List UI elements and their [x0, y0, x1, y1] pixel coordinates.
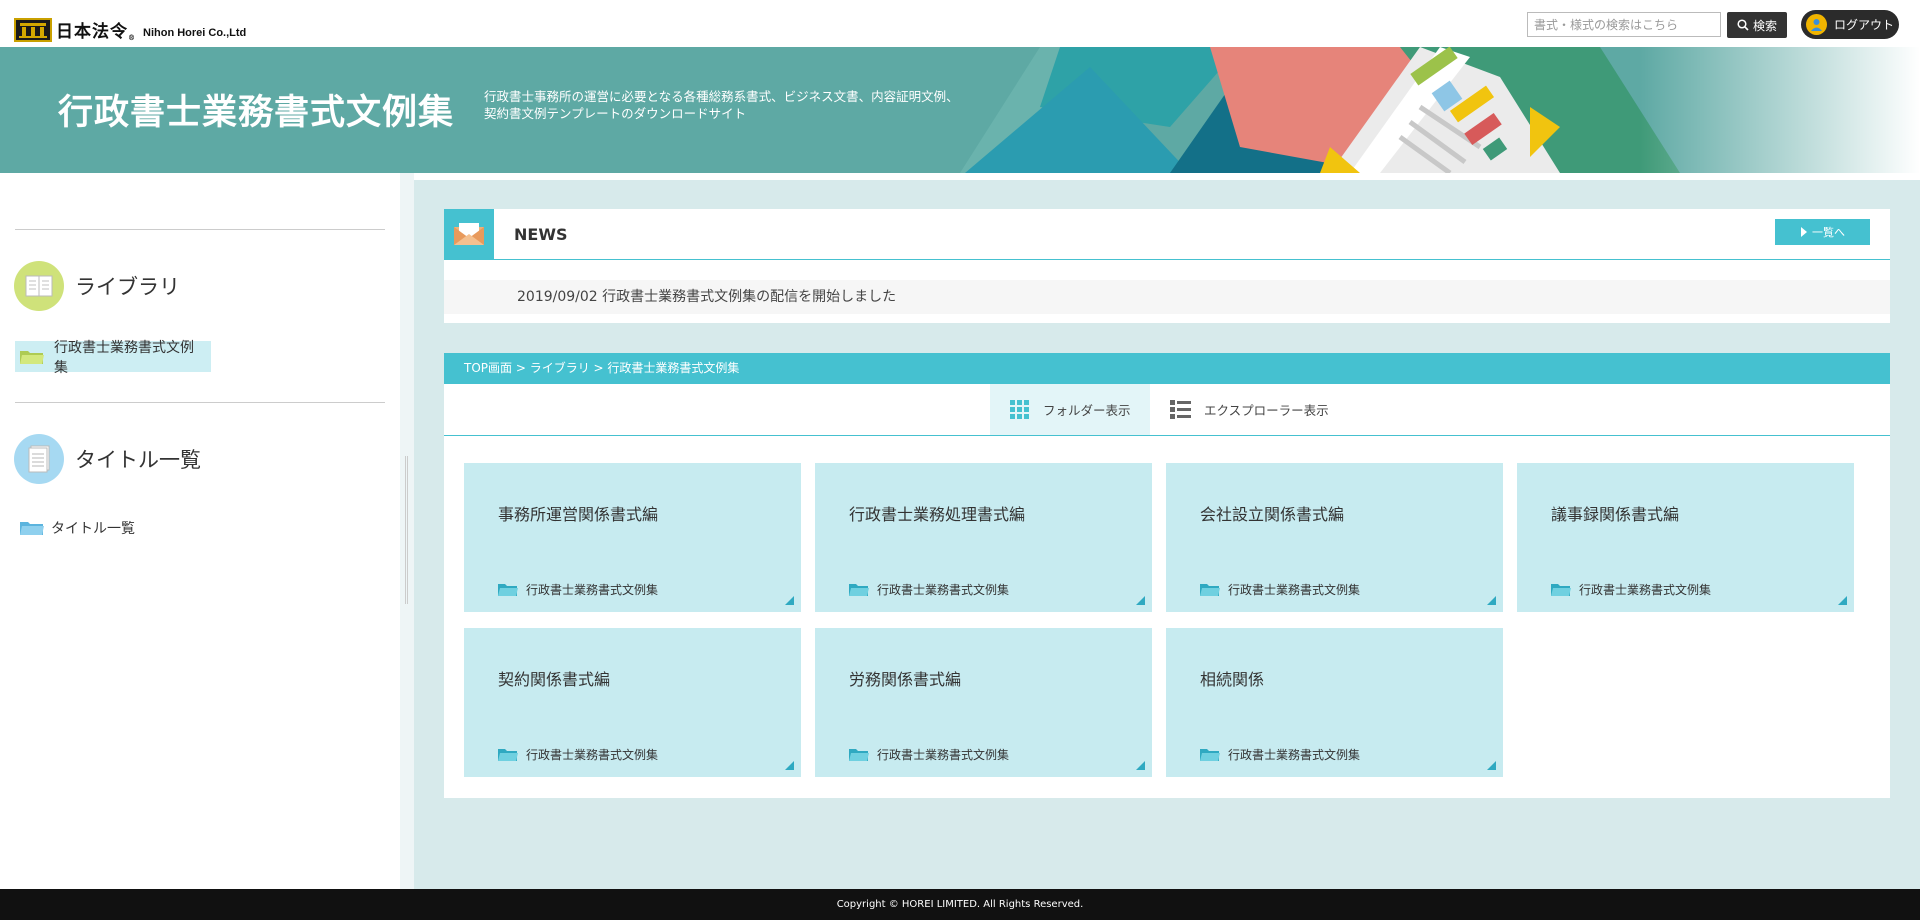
- corner-triangle-icon: [1487, 761, 1496, 770]
- folder-icon: [848, 582, 870, 598]
- corner-triangle-icon: [1136, 596, 1145, 605]
- folder-card-parent-label: 行政書士業務書式文例集: [1579, 583, 1712, 597]
- search-icon: [1737, 19, 1749, 31]
- search-input[interactable]: [1527, 12, 1721, 37]
- logout-label: ログアウト: [1834, 18, 1895, 32]
- corner-triangle-icon: [1838, 596, 1847, 605]
- folder-card[interactable]: 相続関係行政書士業務書式文例集: [1166, 628, 1503, 777]
- grid-icon: [1010, 399, 1030, 420]
- folder-card-parent: 行政書士業務書式文例集: [1550, 581, 1711, 598]
- sidebar-titles-heading[interactable]: タイトル一覧: [14, 434, 201, 484]
- folder-icon: [1199, 747, 1221, 763]
- tab-explorer-view[interactable]: エクスプローラー表示: [1150, 384, 1330, 435]
- folder-card-title: 会社設立関係書式編: [1200, 505, 1345, 524]
- banner-title: 行政書士業務書式文例集: [58, 93, 455, 133]
- logo-mark-icon: [14, 17, 52, 42]
- footer-copyright: Copyright © HOREI LIMITED. All Rights Re…: [0, 889, 1920, 920]
- corner-triangle-icon: [785, 761, 794, 770]
- corner-triangle-icon: [1487, 596, 1496, 605]
- tab-folder-label: フォルダー表示: [1043, 403, 1131, 418]
- sidebar-item-label: タイトル一覧: [51, 520, 135, 537]
- folder-card-parent: 行政書士業務書式文例集: [497, 746, 658, 763]
- news-panel: NEWS 一覧へ 2019/09/02 行政書士業務書式文例集の配信を開始しまし…: [444, 209, 1890, 323]
- folder-icon: [19, 519, 45, 537]
- folder-icon: [19, 348, 45, 366]
- folder-icon: [848, 747, 870, 763]
- folder-card[interactable]: 行政書士業務処理書式編行政書士業務書式文例集: [815, 463, 1152, 612]
- folder-card-parent: 行政書士業務書式文例集: [1199, 746, 1360, 763]
- folder-card[interactable]: 契約関係書式編行政書士業務書式文例集: [464, 628, 801, 777]
- logo-english-text: Nihon Horei Co.,Ltd: [143, 26, 247, 39]
- sidebar-item-label: 行政書士業務書式文例集: [54, 339, 194, 376]
- play-arrow-icon: [1801, 227, 1807, 237]
- tab-explorer-label: エクスプローラー表示: [1204, 403, 1329, 418]
- sidebar-item-titles[interactable]: タイトル一覧: [15, 512, 139, 543]
- tab-folder-view[interactable]: フォルダー表示: [990, 384, 1150, 435]
- news-divider: [444, 259, 1890, 260]
- library-book-icon: [14, 261, 64, 311]
- sidebar-item-library-collection[interactable]: 行政書士業務書式文例集: [15, 340, 211, 376]
- company-logo[interactable]: 日本法令® Nihon Horei Co.,Ltd: [14, 17, 246, 42]
- top-header: 日本法令® Nihon Horei Co.,Ltd 検索 ログアウト: [0, 0, 1920, 47]
- document-list-icon: [14, 434, 64, 484]
- sidebar-divider: [15, 402, 385, 403]
- view-mode-tabs: フォルダー表示 エクスプローラー表示: [444, 384, 1890, 436]
- folder-card-title: 契約関係書式編: [498, 670, 611, 689]
- news-item[interactable]: 2019/09/02 行政書士業務書式文例集の配信を開始しました: [444, 280, 1890, 314]
- envelope-icon: [444, 209, 494, 259]
- logo-japanese-text: 日本法令®: [56, 22, 136, 42]
- logout-button[interactable]: ログアウト: [1801, 10, 1899, 39]
- folder-card-parent-label: 行政書士業務書式文例集: [526, 583, 659, 597]
- folder-card-parent-label: 行政書士業務書式文例集: [877, 748, 1010, 762]
- breadcrumb[interactable]: TOP画面 > ライブラリ > 行政書士業務書式文例集: [444, 353, 1890, 384]
- search-button-label: 検索: [1752, 18, 1777, 33]
- folder-card-parent-label: 行政書士業務書式文例集: [1228, 748, 1361, 762]
- corner-triangle-icon: [785, 596, 794, 605]
- folder-icon: [497, 582, 519, 598]
- folder-card[interactable]: 事務所運営関係書式編行政書士業務書式文例集: [464, 463, 801, 612]
- search-button[interactable]: 検索: [1727, 12, 1787, 38]
- folder-card-parent-label: 行政書士業務書式文例集: [1228, 583, 1361, 597]
- user-avatar-icon: [1806, 14, 1827, 35]
- hero-banner: 行政書士業務書式文例集 行政書士事務所の運営に必要となる各種総務系書式、ビジネス…: [0, 47, 1920, 173]
- folder-card-title: 事務所運営関係書式編: [498, 505, 659, 524]
- titles-label: タイトル一覧: [75, 448, 201, 472]
- corner-triangle-icon: [1136, 761, 1145, 770]
- folder-card-parent-label: 行政書士業務書式文例集: [526, 748, 659, 762]
- folder-icon: [1199, 582, 1221, 598]
- news-list-button-label: 一覧へ: [1812, 226, 1845, 239]
- folder-card-title: 相続関係: [1200, 670, 1265, 689]
- folder-card[interactable]: 労務関係書式編行政書士業務書式文例集: [815, 628, 1152, 777]
- news-list-button[interactable]: 一覧へ: [1775, 219, 1870, 245]
- folder-card-title: 行政書士業務処理書式編: [849, 505, 1026, 524]
- folder-card-parent: 行政書士業務書式文例集: [497, 581, 658, 598]
- folder-panel: TOP画面 > ライブラリ > 行政書士業務書式文例集 フォルダー表示 エクスプ…: [444, 353, 1890, 798]
- folder-card[interactable]: 議事録関係書式編行政書士業務書式文例集: [1517, 463, 1854, 612]
- folder-card-parent: 行政書士業務書式文例集: [848, 746, 1009, 763]
- sidebar-divider: [15, 229, 385, 230]
- sidebar-resize-handle[interactable]: [400, 173, 414, 889]
- folder-icon: [1550, 582, 1572, 598]
- folder-card-parent: 行政書士業務書式文例集: [848, 581, 1009, 598]
- folder-card-title: 労務関係書式編: [849, 670, 962, 689]
- sidebar: ライブラリ 行政書士業務書式文例集 タイトル一覧 タイトル一覧: [0, 173, 400, 889]
- folder-card-parent-label: 行政書士業務書式文例集: [877, 583, 1010, 597]
- folder-icon: [497, 747, 519, 763]
- news-heading: NEWS: [514, 225, 568, 244]
- resize-grip: [405, 456, 408, 604]
- folder-card-parent: 行政書士業務書式文例集: [1199, 581, 1360, 598]
- folder-card[interactable]: 会社設立関係書式編行政書士業務書式文例集: [1166, 463, 1503, 612]
- list-icon: [1170, 399, 1191, 420]
- sidebar-library-heading[interactable]: ライブラリ: [14, 261, 180, 311]
- library-label: ライブラリ: [75, 275, 180, 299]
- banner-description: 行政書士事務所の運営に必要となる各種総務系書式、ビジネス文書、内容証明文例、 契…: [484, 89, 959, 121]
- folder-card-title: 議事録関係書式編: [1551, 505, 1680, 524]
